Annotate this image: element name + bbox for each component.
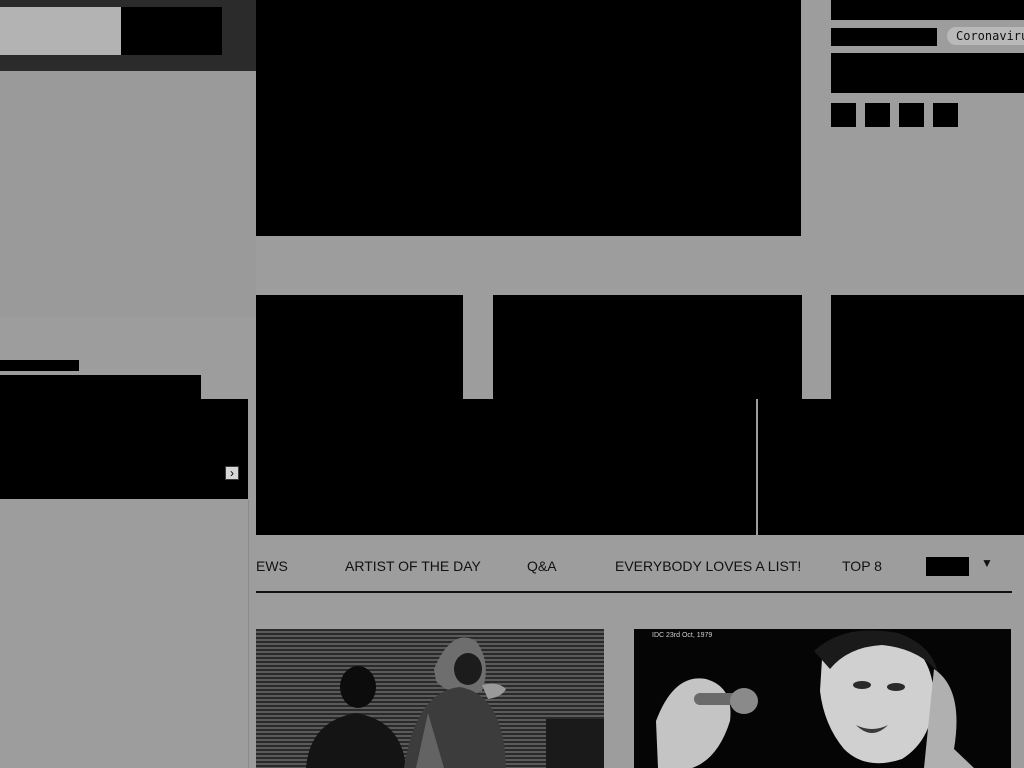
- nav-item-qa[interactable]: Q&A: [527, 556, 557, 576]
- topic-tag[interactable]: Coronavirus: [947, 27, 1024, 45]
- nav-item-everybody-loves-a-list[interactable]: EVERYBODY LOVES A LIST!: [615, 556, 801, 576]
- social-icon-2[interactable]: [865, 103, 890, 127]
- article-image[interactable]: [634, 629, 1011, 768]
- left-feature-card[interactable]: [0, 399, 248, 499]
- singer-with-microphone-photo: [634, 629, 1011, 768]
- article-image[interactable]: [256, 629, 604, 768]
- social-icon-3[interactable]: [899, 103, 924, 127]
- main-video-banner[interactable]: [256, 0, 801, 236]
- left-hero-area: [0, 71, 256, 317]
- caret-down-icon[interactable]: ▼: [981, 555, 993, 571]
- photo-caption: IDC 23rd Oct, 1979: [652, 632, 713, 639]
- left-redacted-heading: [0, 375, 201, 399]
- right-redacted-block: [831, 53, 1024, 93]
- nav-more-button[interactable]: [926, 557, 969, 576]
- right-redacted-label: [831, 28, 937, 46]
- left-redacted-label: [0, 360, 79, 371]
- nav-divider: [256, 591, 1012, 593]
- search-button[interactable]: [121, 7, 222, 55]
- social-icon-4[interactable]: [933, 103, 958, 127]
- search-input[interactable]: [0, 7, 121, 55]
- nav-item-artist-of-the-day[interactable]: ARTIST OF THE DAY: [345, 556, 481, 576]
- social-icon-1[interactable]: [831, 103, 856, 127]
- story-card[interactable]: [256, 295, 463, 399]
- duo-performing-on-stage-photo: [256, 629, 604, 768]
- nav-item-news[interactable]: EWS: [256, 556, 288, 576]
- story-card[interactable]: [493, 295, 802, 399]
- panel-divider: [756, 399, 758, 535]
- featured-panel[interactable]: [256, 399, 1024, 535]
- story-card[interactable]: [831, 295, 1024, 399]
- chevron-right-icon[interactable]: ›: [225, 466, 239, 480]
- column-divider: [248, 500, 249, 768]
- right-redacted-bar: [831, 0, 1024, 20]
- nav-item-top-8[interactable]: TOP 8: [842, 556, 882, 576]
